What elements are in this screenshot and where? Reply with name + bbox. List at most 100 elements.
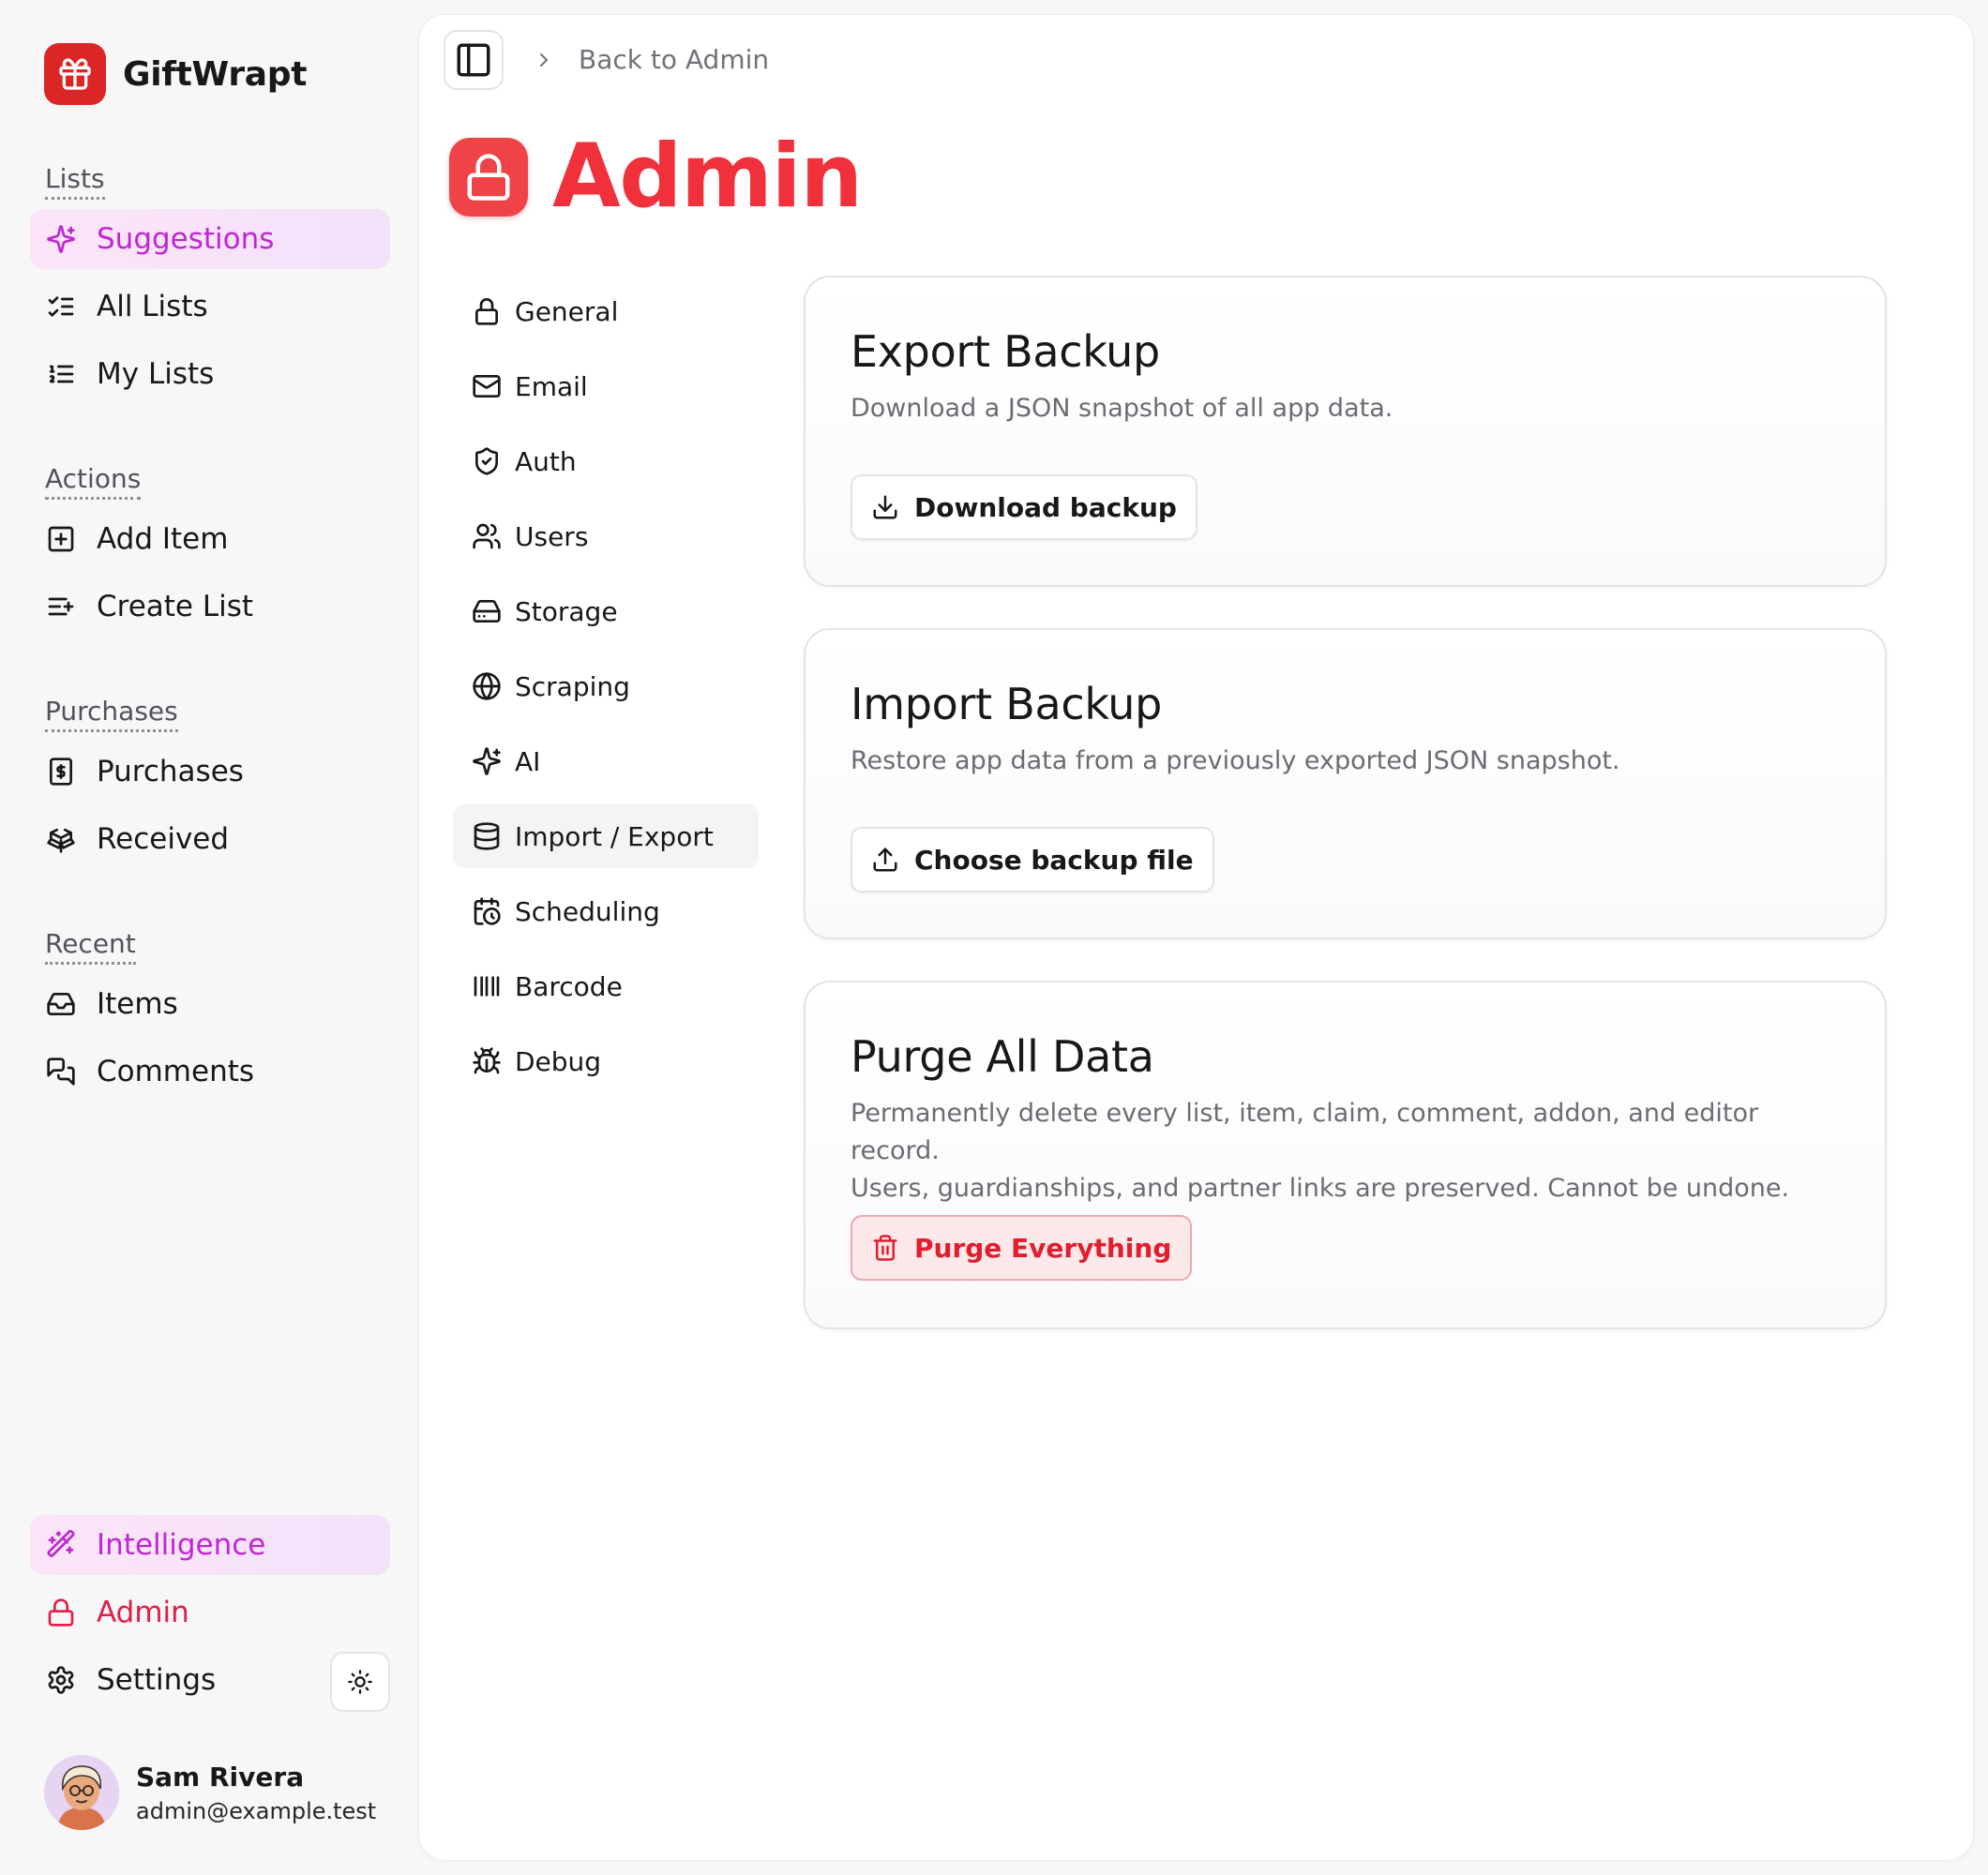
trash-icon bbox=[871, 1234, 899, 1262]
sidebar-item-admin[interactable]: Admin bbox=[30, 1582, 390, 1642]
sidebar-item-label: Settings bbox=[97, 1663, 217, 1697]
gift-icon bbox=[44, 43, 106, 105]
download-icon bbox=[871, 493, 899, 521]
list-checks-icon bbox=[46, 292, 76, 322]
tab-label: Scraping bbox=[515, 670, 630, 702]
section-label-recent: Recent bbox=[45, 928, 136, 965]
user-email: admin@example.test bbox=[136, 1797, 377, 1824]
sparkles-icon bbox=[472, 746, 502, 776]
choose-backup-file-button[interactable]: Choose backup file bbox=[851, 827, 1214, 892]
lock-icon bbox=[449, 138, 528, 217]
hard-drive-icon bbox=[472, 596, 502, 626]
section-label-purchases: Purchases bbox=[45, 696, 178, 732]
sparkles-icon bbox=[46, 224, 76, 254]
main-panel: Back to Admin Admin General Email Auth U… bbox=[419, 15, 1973, 1860]
sidebar-item-intelligence[interactable]: Intelligence bbox=[30, 1515, 390, 1575]
tab-label: AI bbox=[515, 745, 541, 777]
list-plus-icon bbox=[46, 592, 76, 622]
globe-icon bbox=[472, 671, 502, 701]
tab-storage[interactable]: Storage bbox=[453, 579, 759, 643]
sidebar-item-label: Admin bbox=[97, 1596, 189, 1629]
sidebar-item-label: Purchases bbox=[97, 755, 244, 788]
sidebar: GiftWrapt Lists Suggestions All Lists My… bbox=[0, 0, 413, 1875]
tab-label: General bbox=[515, 295, 619, 327]
package-open-icon bbox=[46, 824, 76, 854]
page-title: Admin bbox=[552, 126, 863, 228]
calendar-clock-icon bbox=[472, 896, 502, 926]
brand[interactable]: GiftWrapt bbox=[44, 43, 307, 105]
card-title: Import Backup bbox=[851, 679, 1163, 729]
tab-import-export[interactable]: Import / Export bbox=[453, 804, 759, 868]
button-label: Download backup bbox=[914, 491, 1177, 523]
sidebar-item-label: Intelligence bbox=[97, 1528, 266, 1562]
sidebar-item-my-lists[interactable]: My Lists bbox=[30, 344, 390, 404]
purge-data-card: Purge All Data Permanently delete every … bbox=[804, 981, 1887, 1329]
card-title: Purge All Data bbox=[851, 1031, 1154, 1082]
lock-icon bbox=[46, 1598, 76, 1628]
sidebar-item-label: Create List bbox=[97, 590, 254, 623]
app-name: GiftWrapt bbox=[123, 54, 308, 94]
sidebar-item-comments[interactable]: Comments bbox=[30, 1042, 390, 1102]
tab-general[interactable]: General bbox=[453, 279, 759, 343]
database-icon bbox=[472, 821, 502, 851]
gear-icon bbox=[46, 1665, 76, 1695]
tab-auth[interactable]: Auth bbox=[453, 429, 759, 493]
card-description: Download a JSON snapshot of all app data… bbox=[851, 394, 1393, 423]
button-label: Choose backup file bbox=[914, 844, 1194, 876]
bug-icon bbox=[472, 1046, 502, 1076]
sidebar-item-create-list[interactable]: Create List bbox=[30, 577, 390, 637]
sidebar-item-add-item[interactable]: Add Item bbox=[30, 509, 390, 569]
tab-label: Email bbox=[515, 370, 588, 402]
sidebar-item-all-lists[interactable]: All Lists bbox=[30, 277, 390, 337]
import-backup-card: Import Backup Restore app data from a pr… bbox=[804, 628, 1887, 939]
tab-users[interactable]: Users bbox=[453, 504, 759, 568]
inbox-icon bbox=[46, 989, 76, 1019]
tab-barcode[interactable]: Barcode bbox=[453, 954, 759, 1018]
sidebar-item-label: Comments bbox=[97, 1055, 255, 1088]
users-icon bbox=[472, 521, 502, 551]
sidebar-item-suggestions[interactable]: Suggestions bbox=[30, 209, 390, 269]
sidebar-item-label: Add Item bbox=[97, 522, 229, 556]
button-label: Purge Everything bbox=[914, 1232, 1172, 1264]
card-description-line: Users, guardianships, and partner links … bbox=[851, 1174, 1790, 1203]
tab-label: Scheduling bbox=[515, 895, 660, 927]
theme-toggle-button[interactable] bbox=[330, 1652, 390, 1712]
sidebar-item-label: Suggestions bbox=[97, 222, 275, 256]
export-backup-card: Export Backup Download a JSON snapshot o… bbox=[804, 276, 1887, 587]
sidebar-item-label: Items bbox=[97, 987, 178, 1021]
sidebar-item-label: All Lists bbox=[97, 290, 208, 323]
panel-left-icon bbox=[454, 40, 493, 80]
sidebar-item-purchases[interactable]: Purchases bbox=[30, 742, 390, 802]
sidebar-item-label: My Lists bbox=[97, 357, 215, 391]
tab-debug[interactable]: Debug bbox=[453, 1029, 759, 1093]
avatar bbox=[44, 1755, 119, 1830]
sidebar-toggle-button[interactable] bbox=[444, 30, 504, 90]
tab-email[interactable]: Email bbox=[453, 354, 759, 418]
tab-ai[interactable]: AI bbox=[453, 729, 759, 793]
purge-everything-button[interactable]: Purge Everything bbox=[851, 1215, 1193, 1281]
upload-icon bbox=[871, 846, 899, 874]
card-title: Export Backup bbox=[851, 326, 1160, 377]
sidebar-item-items[interactable]: Items bbox=[30, 974, 390, 1034]
tab-label: Import / Export bbox=[515, 820, 714, 852]
breadcrumb-back-link[interactable]: Back to Admin bbox=[579, 41, 769, 79]
sidebar-item-settings[interactable]: Settings bbox=[30, 1650, 311, 1710]
download-backup-button[interactable]: Download backup bbox=[851, 474, 1197, 540]
tab-label: Debug bbox=[515, 1045, 602, 1077]
page-header: Admin bbox=[449, 130, 863, 224]
section-label-lists: Lists bbox=[45, 163, 105, 200]
user-name: Sam Rivera bbox=[136, 1761, 305, 1792]
tab-scheduling[interactable]: Scheduling bbox=[453, 879, 759, 943]
section-label-actions: Actions bbox=[45, 463, 142, 500]
sun-icon bbox=[347, 1669, 373, 1695]
messages-icon bbox=[46, 1057, 76, 1087]
square-plus-icon bbox=[46, 524, 76, 554]
tab-label: Storage bbox=[515, 595, 618, 627]
lock-icon bbox=[472, 296, 502, 326]
tab-scraping[interactable]: Scraping bbox=[453, 654, 759, 718]
mail-icon bbox=[472, 371, 502, 401]
tab-label: Barcode bbox=[515, 970, 623, 1002]
sidebar-item-received[interactable]: Received bbox=[30, 809, 390, 869]
user-profile[interactable]: Sam Rivera admin@example.test bbox=[44, 1755, 376, 1830]
tab-label: Auth bbox=[515, 445, 577, 477]
